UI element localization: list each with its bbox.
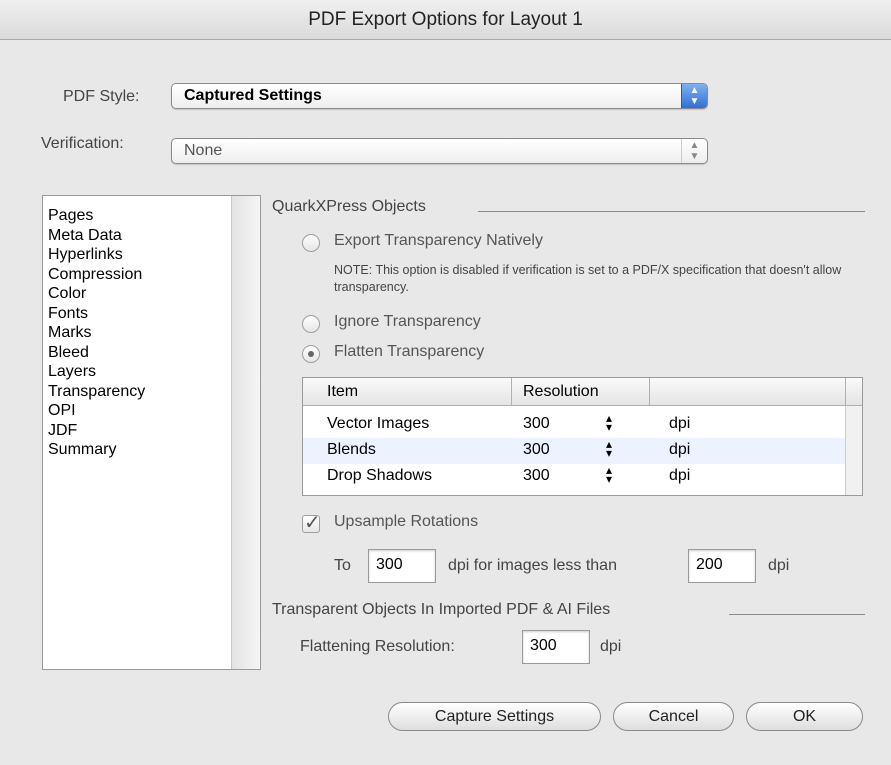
dpi-label: dpi [600,638,622,655]
to-label: To [334,557,351,574]
pdf-style-popup[interactable]: Captured Settings ▲ ▼ [171,83,708,109]
for-images-less-than-label: dpi for images less than [448,557,617,574]
table-header: Item Resolution [303,378,862,406]
ignore-transparency-radio[interactable] [302,315,320,333]
upsample-less-than-value: 200 [696,556,723,573]
imported-files-heading: Transparent Objects In Imported PDF & AI… [272,601,611,618]
sidebar-item-summary[interactable]: Summary [48,440,145,460]
column-header-item[interactable]: Item [327,383,358,401]
sidebar-item-compression[interactable]: Compression [48,265,145,285]
verification-popup[interactable]: None ▲ ▼ [171,138,708,164]
resolution-table: Item Resolution Vector Images 300 ▴ ▾ dpi… [302,377,863,496]
stepper-arrows-icon[interactable]: ▴ ▾ [606,464,612,485]
row-resolution[interactable]: 300 [523,467,550,485]
sidebar-item-bleed[interactable]: Bleed [48,343,145,363]
row-unit: dpi [669,467,691,484]
pdf-style-label: PDF Style: [63,88,140,105]
flatten-transparency-radio[interactable] [302,345,320,363]
row-unit: dpi [669,441,691,458]
updown-arrows-icon: ▲ ▼ [681,139,707,163]
section-divider [729,614,865,615]
flattening-resolution-label: Flattening Resolution: [300,638,455,655]
row-unit: dpi [669,415,691,432]
sidebar-item-fonts[interactable]: Fonts [48,304,145,324]
stepper-arrows-icon[interactable]: ▴ ▾ [606,412,612,433]
row-resolution[interactable]: 300 [523,415,550,433]
upsample-rotations-label: Upsample Rotations [334,513,479,530]
sidebar-item-jdf[interactable]: JDF [48,421,145,441]
upsample-to-field[interactable]: 300 [368,549,436,583]
stepper-arrows-icon[interactable]: ▴ ▾ [606,438,612,459]
table-row[interactable]: Drop Shadows 300 ▴ ▾ dpi [303,464,845,490]
sidebar-item-layers[interactable]: Layers [48,362,145,382]
sidebar-item-transparency[interactable]: Transparency [48,382,145,402]
ok-button[interactable]: OK [746,702,863,731]
checkmark-icon: ✓ [304,512,321,534]
category-list: Pages Meta Data Hyperlinks Compression C… [42,195,261,670]
sidebar-item-color[interactable]: Color [48,284,145,304]
sidebar-item-pages[interactable]: Pages [48,206,145,226]
transparency-note: NOTE: This option is disabled if verific… [334,263,842,294]
table-row[interactable]: Blends 300 ▴ ▾ dpi [303,438,845,464]
row-item: Vector Images [327,415,430,432]
flatten-transparency-label: Flatten Transparency [334,343,485,360]
verification-label: Verification: [41,135,124,152]
window-title: PDF Export Options for Layout 1 [308,9,583,30]
flattening-resolution-value: 300 [530,637,557,654]
table-scrollbar[interactable] [845,406,862,495]
updown-arrows-icon: ▲ ▼ [681,84,707,108]
dpi-label: dpi [768,557,790,574]
cancel-button[interactable]: Cancel [613,702,734,731]
verification-value: None [184,142,223,159]
sidebar-item-hyperlinks[interactable]: Hyperlinks [48,245,145,265]
column-header-resolution[interactable]: Resolution [523,383,599,401]
ignore-transparency-label: Ignore Transparency [334,313,481,330]
title-bar: PDF Export Options for Layout 1 [0,0,891,40]
row-item: Drop Shadows [327,467,432,484]
flattening-resolution-field[interactable]: 300 [522,630,590,664]
radio-selected-dot [308,351,314,357]
export-natively-radio[interactable] [302,234,320,252]
column-separator [649,378,650,405]
sidebar-item-meta-data[interactable]: Meta Data [48,226,145,246]
table-row[interactable]: Vector Images 300 ▴ ▾ dpi [303,412,845,438]
section-divider [478,211,865,212]
capture-settings-button[interactable]: Capture Settings [388,702,601,731]
quark-objects-heading: QuarkXPress Objects [272,198,426,215]
export-natively-label: Export Transparency Natively [334,232,543,249]
sidebar-item-marks[interactable]: Marks [48,323,145,343]
upsample-rotations-checkbox[interactable]: ✓ [302,512,321,534]
column-separator [845,378,846,405]
row-resolution[interactable]: 300 [523,441,550,459]
row-item: Blends [327,441,376,458]
column-separator [511,378,512,405]
sidebar-item-opi[interactable]: OPI [48,401,145,421]
upsample-less-than-field[interactable]: 200 [688,549,756,583]
pdf-style-value: Captured Settings [184,87,322,104]
sidebar-scrollbar[interactable] [231,196,260,669]
upsample-to-value: 300 [376,556,403,573]
